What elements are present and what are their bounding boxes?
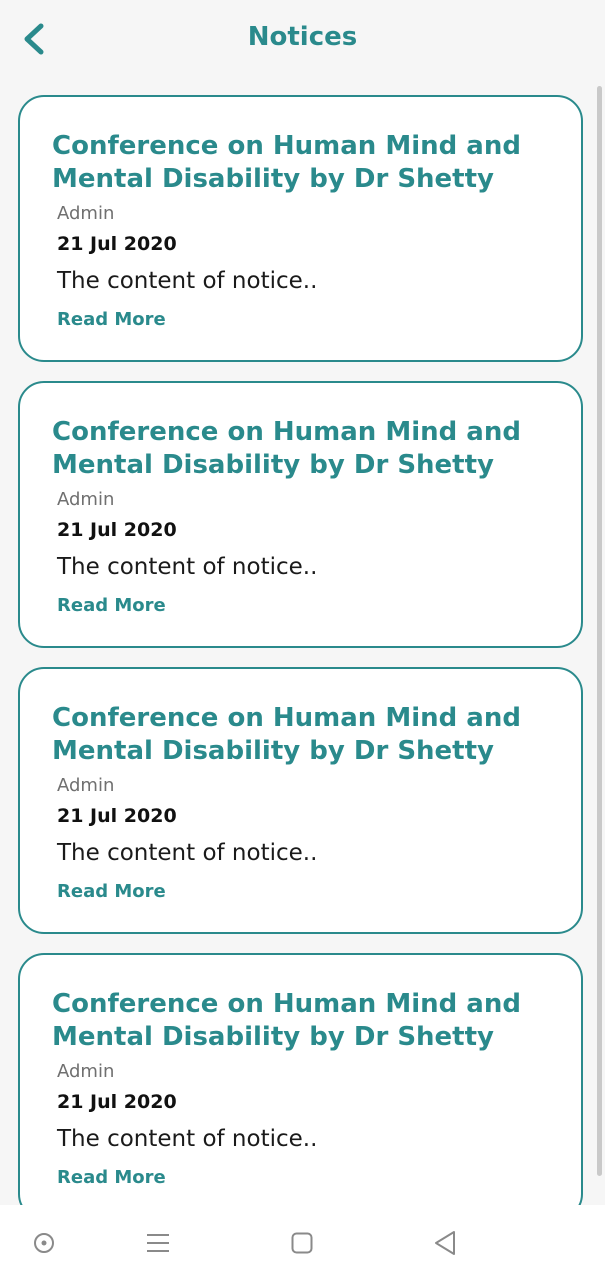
notice-author: Admin [57,775,115,796]
recent-apps-button[interactable] [144,1229,172,1257]
notice-card[interactable]: Conference on Human Mind and Mental Disa… [18,667,583,934]
read-more-link[interactable]: Read More [57,1167,166,1188]
system-navigation-bar [0,1205,605,1280]
notice-card[interactable]: Conference on Human Mind and Mental Disa… [18,381,583,648]
notice-title: Conference on Human Mind and Mental Disa… [52,989,521,1052]
square-icon [291,1232,313,1254]
notice-author: Admin [57,203,115,224]
app-header: Notices [0,0,605,80]
notice-card[interactable]: Conference on Human Mind and Mental Disa… [18,953,583,1205]
notice-author: Admin [57,489,115,510]
notice-content: The content of notice.. [57,840,318,866]
triangle-back-icon [435,1231,455,1255]
scrollbar[interactable] [597,86,602,1176]
notice-date: 21 Jul 2020 [57,805,177,827]
read-more-link[interactable]: Read More [57,595,166,616]
circle-dot-icon [34,1233,54,1253]
notice-content: The content of notice.. [57,554,318,580]
menu-icon [147,1234,169,1252]
notice-title: Conference on Human Mind and Mental Disa… [52,703,521,766]
notice-author: Admin [57,1061,115,1082]
notice-content: The content of notice.. [57,268,318,294]
notice-date: 21 Jul 2020 [57,233,177,255]
notice-title: Conference on Human Mind and Mental Disa… [52,417,521,480]
notice-title: Conference on Human Mind and Mental Disa… [52,131,521,194]
notice-card[interactable]: Conference on Human Mind and Mental Disa… [18,95,583,362]
system-back-button[interactable] [432,1229,460,1257]
notice-date: 21 Jul 2020 [57,1091,177,1113]
notice-content: The content of notice.. [57,1126,318,1152]
read-more-link[interactable]: Read More [57,309,166,330]
read-more-link[interactable]: Read More [57,881,166,902]
notice-date: 21 Jul 2020 [57,519,177,541]
home-button[interactable] [288,1229,316,1257]
page-title: Notices [247,22,358,52]
notice-list[interactable]: Conference on Human Mind and Mental Disa… [0,80,605,1205]
assistant-button[interactable] [30,1229,58,1257]
